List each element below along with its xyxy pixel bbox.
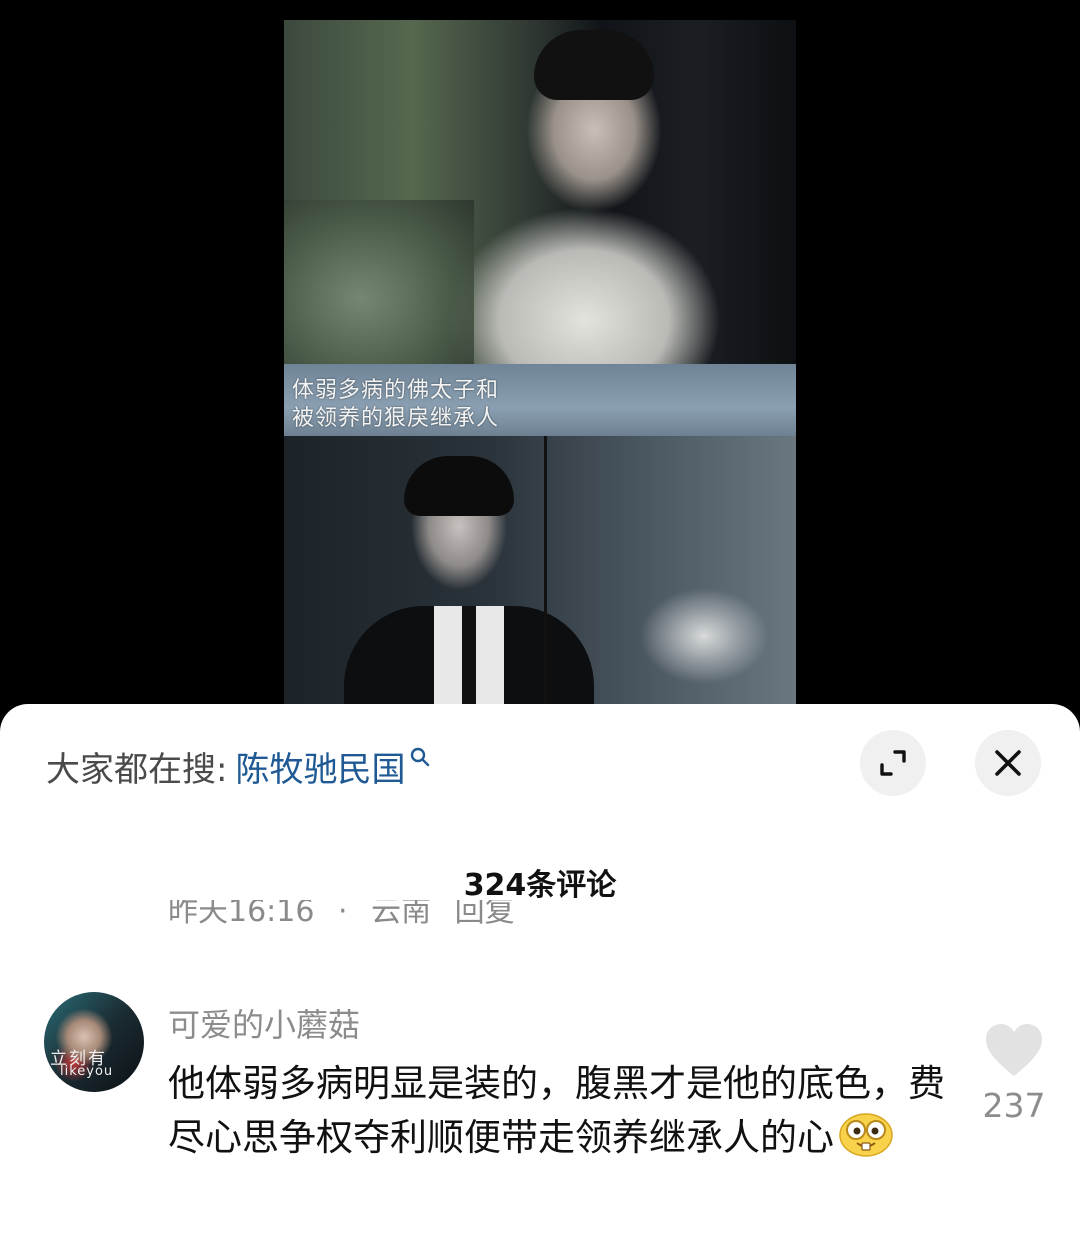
comments-sheet: 大家都在搜: 陈牧驰民国 324条评论 昨天16:16 · 云南 回复 立刻有 … [0, 704, 1080, 1254]
figure-hair [534, 30, 654, 100]
expand-button[interactable] [860, 730, 926, 796]
previous-comment-meta-text: 昨天16:16 · 云南 回复 [168, 900, 515, 926]
avatar[interactable]: 立刻有 likeyou [44, 992, 144, 1092]
comment-username[interactable]: 可爱的小蘑菇 [168, 1000, 360, 1046]
search-suggestion[interactable]: 大家都在搜: 陈牧驰民国 [46, 742, 431, 790]
video-scene-bottom [284, 436, 796, 710]
close-button[interactable] [975, 730, 1041, 796]
video-caption-line-2: 被领养的狠戾继承人 [292, 406, 500, 431]
umbrella-pole [544, 436, 547, 710]
foliage [284, 200, 474, 364]
nerd-face-emoji [839, 1113, 893, 1157]
figure-hair [404, 456, 514, 516]
like-count: 237 [982, 1086, 1046, 1125]
comment-text: 他体弱多病明显是装的，腹黑才是他的底色，费尽心思争权夺利顺便带走领养继承人的心 [168, 1062, 945, 1159]
comment-count-title: 324条评论 [463, 868, 617, 903]
video-frame[interactable]: 体弱多病的佛太子和 被领养的狠戾继承人 [284, 20, 796, 710]
expand-icon [880, 750, 906, 776]
previous-comment-meta: 昨天16:16 · 云南 回复 [168, 900, 668, 926]
heart-icon[interactable] [984, 1022, 1044, 1078]
video-scene-top [284, 20, 796, 364]
close-icon [995, 750, 1021, 776]
search-icon [411, 747, 430, 767]
figure-collar [434, 606, 504, 710]
comment-body[interactable]: 他体弱多病明显是装的，腹黑才是他的底色，费尽心思争权夺利顺便带走领养继承人的心 [168, 1058, 948, 1164]
avatar-text-latin: likeyou [60, 1064, 114, 1079]
search-term-link[interactable]: 陈牧驰民国 [235, 742, 405, 791]
search-prefix: 大家都在搜: [46, 749, 228, 790]
video-player[interactable]: 体弱多病的佛太子和 被领养的狠戾继承人 [0, 0, 1080, 730]
